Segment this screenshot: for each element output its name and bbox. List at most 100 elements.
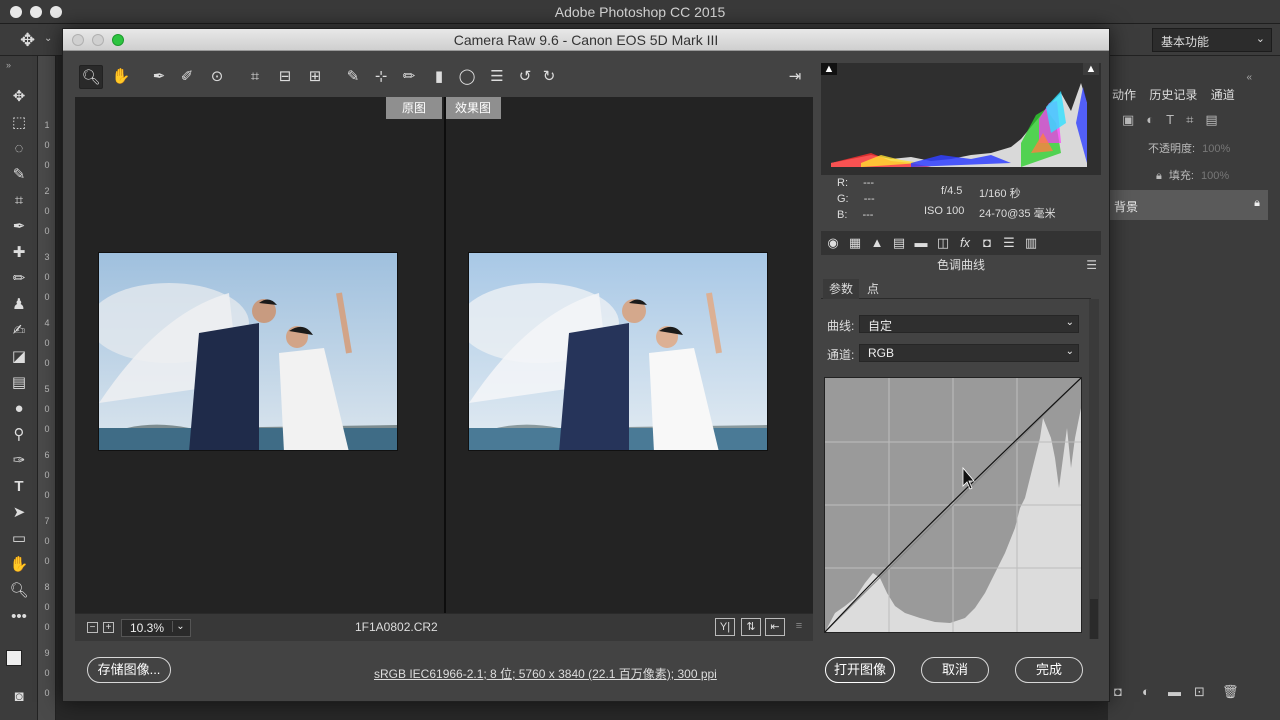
history-brush-tool-icon[interactable]: ✍ [8,320,30,342]
tone-curve-graph[interactable] [824,377,1082,633]
quick-mask-icon[interactable]: ◙ [8,686,30,708]
channel-select[interactable]: RGB ⌄ [859,344,1079,362]
tone-curve-panel-icon[interactable]: ▦ [846,234,864,252]
workspace-select[interactable]: 基本功能 ⌄ [1152,28,1272,52]
iso-value: ISO 100 [924,205,965,217]
layers-bottom-bar: ◘ ◐ ▬ ⊡ 🗑︎ [1108,680,1280,704]
hsl-panel-icon[interactable]: ▤ [890,234,908,252]
shutter-value: 1/160 秒 [979,188,1021,200]
fill-value[interactable]: 100% [1201,170,1229,182]
gradient-tool-icon[interactable]: ▤ [8,372,30,394]
camera-raw-titlebar: Camera Raw 9.6 - Canon EOS 5D Mark III [63,29,1109,51]
stamp-tool-icon[interactable]: ♟ [8,294,30,316]
eraser-tool-icon[interactable]: ◪ [8,346,30,368]
before-after-mode-icon[interactable]: Y| [715,618,735,636]
healing-tool-icon[interactable]: ✚ [8,242,30,264]
move-tool-icon[interactable]: ✥ [20,30,35,51]
zoom-tool-icon[interactable]: 🔍︎ [8,580,30,602]
rotate-cw-icon[interactable]: ↻ [537,65,561,89]
mask-icon[interactable]: ◘ [1114,684,1122,699]
zoom-out-button[interactable]: − [87,622,98,633]
done-button[interactable]: 完成 [1015,657,1083,683]
lasso-tool-icon[interactable]: ◌ [8,138,30,160]
basic-panel-icon[interactable]: ◉ [824,234,842,252]
open-image-button[interactable]: 打开图像 [825,657,895,683]
collapse-icon[interactable]: » [6,60,11,70]
move-tool-icon[interactable]: ✥ [8,86,30,108]
red-eye-tool-icon[interactable]: ⊹ [369,65,393,89]
presets-panel-icon[interactable]: ☰ [1000,234,1018,252]
lock-icon[interactable]: 🔒︎ [1156,170,1162,182]
ruler-number: 0 [44,602,50,612]
swap-settings-icon[interactable]: ⇅ [741,618,761,636]
path-select-tool-icon[interactable]: ➤ [8,502,30,524]
marquee-tool-icon[interactable]: ⬚ [8,112,30,134]
straighten-tool-icon[interactable]: ⊟ [273,65,297,89]
split-toning-panel-icon[interactable]: ▬ [912,234,930,252]
curve-select[interactable]: 自定 ⌄ [859,315,1079,333]
vertical-ruler: 1 0 0 2 0 0 3 0 0 4 0 0 5 0 0 6 0 0 7 0 0 8 0 0 9 0 0 [38,56,56,720]
collapse-icon[interactable]: « [1246,72,1252,83]
tab-actions[interactable]: 动作 [1112,88,1136,102]
zoom-level-value: 10.3% [130,621,165,635]
brush-tool-icon[interactable]: ✏ [8,268,30,290]
adjustment-brush-icon[interactable]: ✏ [397,65,421,89]
pen-tool-icon[interactable]: ✑ [8,450,30,472]
folder-icon[interactable]: ▬ [1168,684,1181,699]
opacity-value[interactable]: 100% [1202,143,1230,155]
blur-tool-icon[interactable]: ● [8,398,30,420]
zoom-level-select[interactable]: 10.3% ⌄ [121,619,191,637]
scrollbar-thumb[interactable] [1090,599,1098,639]
preview-area[interactable]: 原图 效果图 [75,97,813,613]
detail-panel-icon[interactable]: ▲ [868,234,886,252]
panel-scrollbar[interactable] [1089,299,1099,639]
chevron-down-icon[interactable]: ⌄ [44,33,52,44]
hand-tool-icon[interactable]: ✋ [8,554,30,576]
tab-parametric[interactable]: 参数 [823,279,860,299]
effects-panel-icon[interactable]: fx [956,234,974,252]
eyedropper-tool-icon[interactable]: ✒ [8,216,30,238]
dodge-tool-icon[interactable]: ⚲ [8,424,30,446]
radial-filter-icon[interactable]: ◯ [455,65,479,89]
rectangle-tool-icon[interactable]: ▭ [8,528,30,550]
type-tool-icon[interactable]: T [8,476,30,498]
layer-row[interactable]: 背景 🔒︎ [1108,190,1268,220]
crop-tool-icon[interactable]: ⌗ [243,65,267,89]
workflow-options-link[interactable]: sRGB IEC61966-2.1; 8 位; 5760 x 3840 (22.… [374,665,717,682]
trash-icon[interactable]: 🗑︎ [1222,684,1239,700]
zoom-tool-icon[interactable]: 🔍︎ [79,65,103,89]
save-image-button[interactable]: 存储图像... [87,657,171,683]
preferences-icon[interactable]: ☰ [485,65,509,89]
lens-corrections-panel-icon[interactable]: ◫ [934,234,952,252]
aperture-value: f/4.5 [941,185,963,197]
tab-point[interactable]: 点 [861,279,885,299]
targeted-adjustment-tool-icon[interactable]: ⊙ [205,65,229,89]
layer-filter-icons[interactable]: ▣◐T⌗▤ [1122,112,1230,128]
crop-tool-icon[interactable]: ⌗ [8,190,30,212]
new-layer-icon[interactable]: ⊡ [1194,684,1205,700]
graduated-filter-icon[interactable]: ▮ [427,65,451,89]
foreground-color-swatch[interactable] [6,650,22,666]
zoom-in-button[interactable]: + [103,622,114,633]
white-balance-tool-icon[interactable]: ✒ [147,65,171,89]
snapshots-panel-icon[interactable]: ▥ [1022,234,1040,252]
quick-select-tool-icon[interactable]: ✎ [8,164,30,186]
rotate-ccw-icon[interactable]: ↺ [513,65,537,89]
cancel-button[interactable]: 取消 [921,657,989,683]
tab-history[interactable]: 历史记录 [1149,88,1197,102]
ruler-number: 9 [44,648,50,658]
camera-calibration-panel-icon[interactable]: ◘ [978,234,996,252]
panel-menu-icon[interactable]: ☰ [1086,255,1097,275]
before-photo [98,252,398,451]
hand-tool-icon[interactable]: ✋ [109,65,133,89]
color-sampler-tool-icon[interactable]: ✐ [175,65,199,89]
more-tools-icon[interactable]: ••• [8,606,30,628]
fullscreen-toggle-icon[interactable]: ⇥ [783,65,807,89]
toggle-settings-icon[interactable]: ≡ [789,618,809,636]
copy-settings-icon[interactable]: ⇤ [765,618,785,636]
ruler-number: 1 [44,120,50,130]
adjustment-icon[interactable]: ◐ [1142,684,1150,699]
spot-removal-tool-icon[interactable]: ✎ [341,65,365,89]
tab-channels[interactable]: 通道 [1211,88,1235,102]
transform-tool-icon[interactable]: ⊞ [303,65,327,89]
